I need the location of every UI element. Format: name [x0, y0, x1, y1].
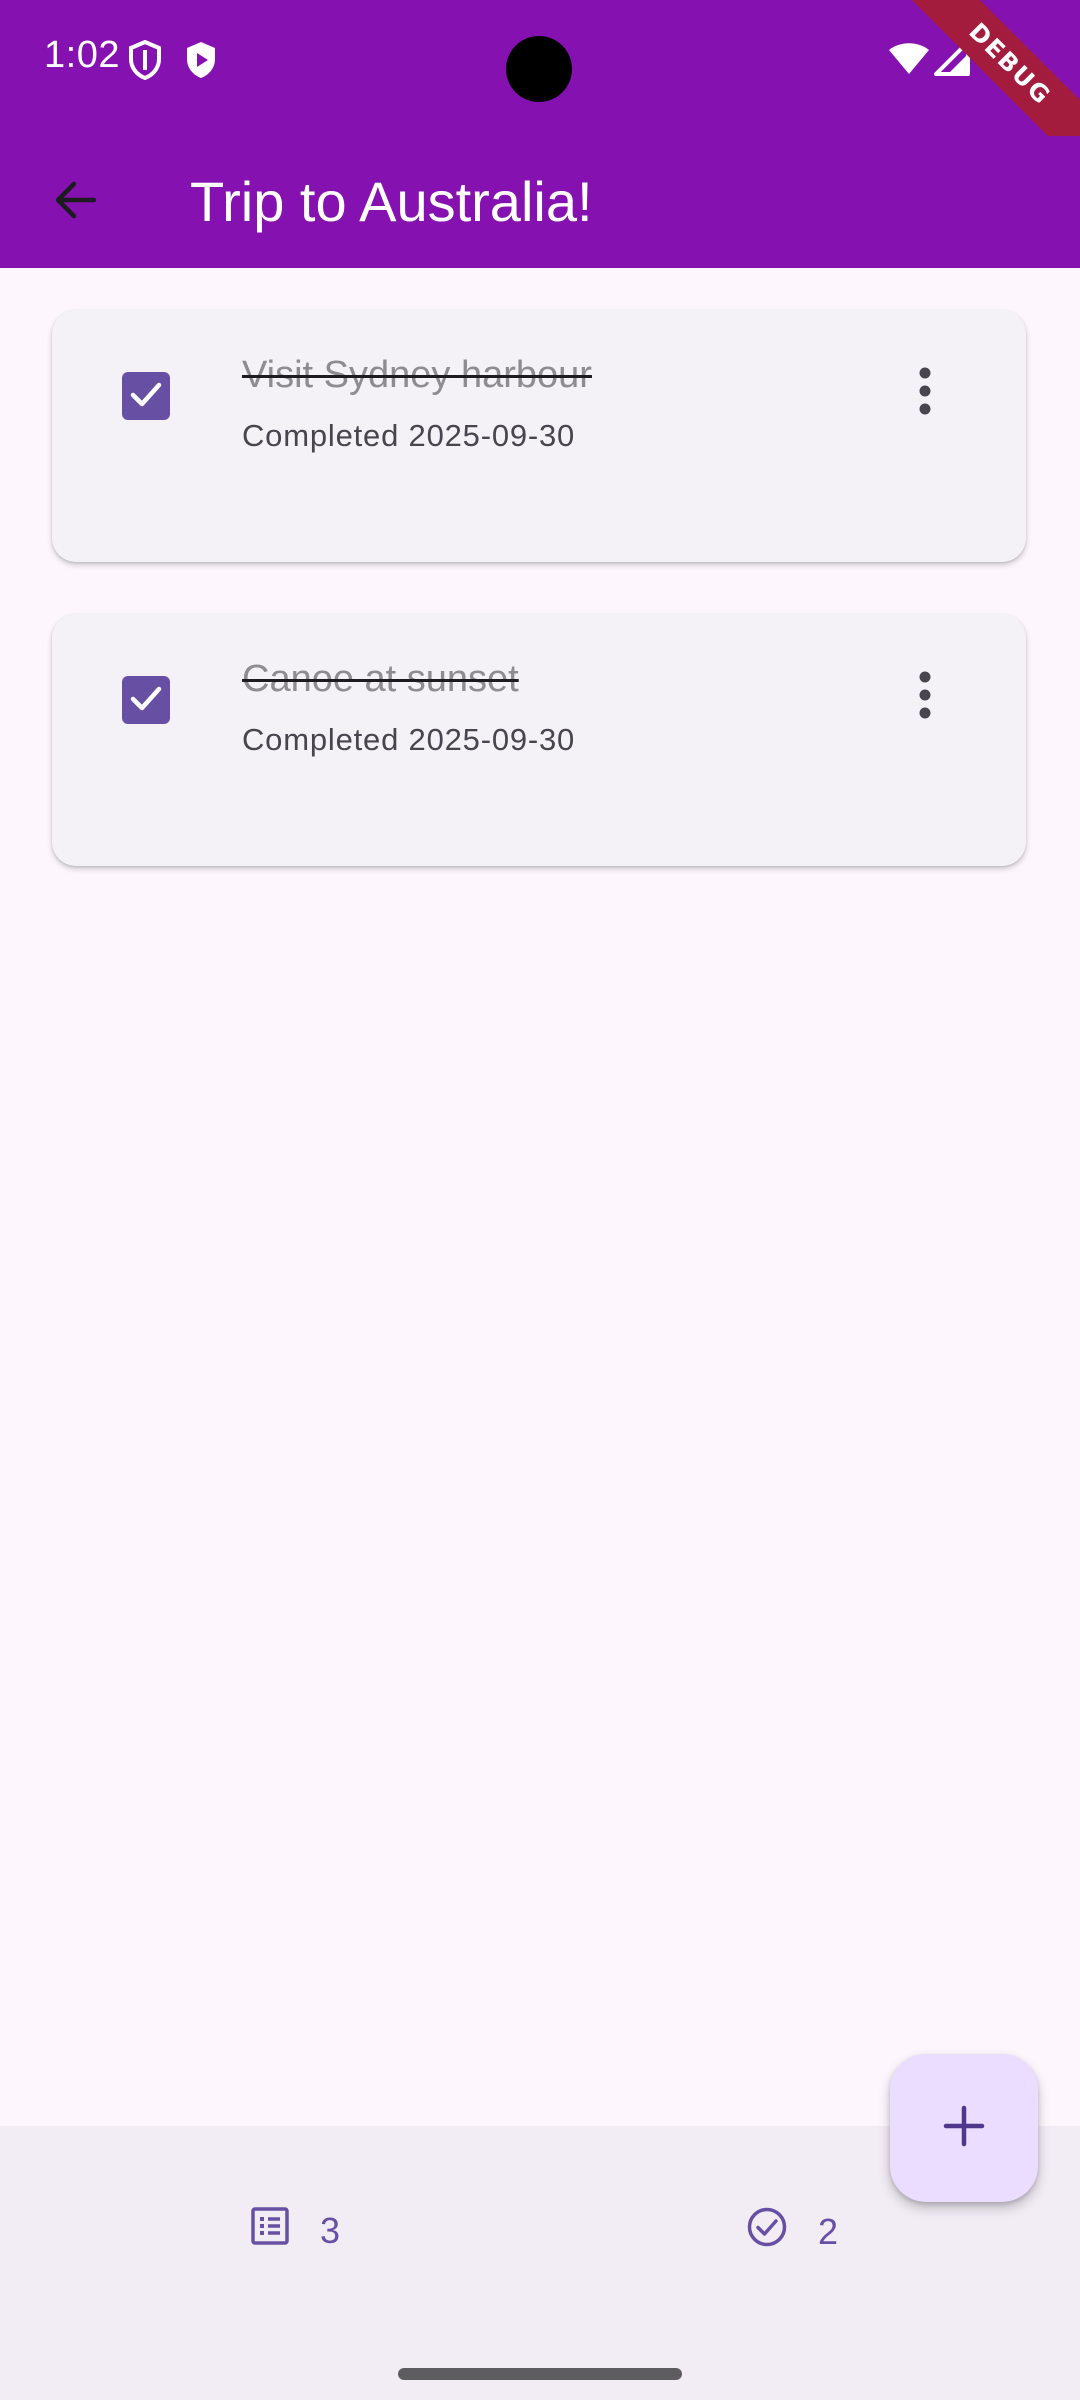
check-icon — [128, 376, 164, 417]
more-options-button[interactable] — [890, 358, 960, 428]
total-tasks-count: 3 — [320, 2209, 341, 2251]
shield-icon — [128, 39, 162, 85]
more-vert-icon — [915, 670, 935, 725]
screen: 1:02 DEBUG Trip to Australia! Visit Sydn… — [0, 0, 1080, 2400]
completed-tasks-count: 2 — [818, 2210, 839, 2252]
check-icon — [128, 680, 164, 721]
task-title: Canoe at sunset — [242, 658, 519, 700]
total-tasks-stat[interactable]: 3 — [250, 2206, 340, 2255]
app-bar: Trip to Australia! — [0, 136, 1080, 268]
task-completed-date: Completed 2025-09-30 — [242, 722, 576, 757]
status-time: 1:02 — [44, 34, 120, 76]
task-checkbox[interactable] — [122, 676, 170, 724]
task-checkbox[interactable] — [122, 372, 170, 420]
status-bar: 1:02 DEBUG — [0, 0, 1080, 173]
completed-tasks-stat[interactable]: 2 — [746, 2206, 838, 2257]
task-card[interactable]: Canoe at sunset Completed 2025-09-30 — [52, 614, 1026, 866]
page-title: Trip to Australia! — [190, 170, 593, 233]
wifi-icon — [888, 42, 930, 81]
play-protect-icon — [184, 40, 218, 85]
check-circle-icon — [746, 2206, 788, 2257]
camera-cutout — [506, 36, 572, 102]
more-vert-icon — [915, 366, 935, 421]
more-options-button[interactable] — [890, 662, 960, 732]
home-indicator[interactable] — [398, 2368, 682, 2380]
back-button[interactable] — [36, 162, 116, 242]
task-card[interactable]: Visit Sydney harbour Completed 2025-09-3… — [52, 310, 1026, 562]
task-title: Visit Sydney harbour — [242, 354, 592, 396]
plus-icon — [941, 2103, 987, 2154]
arrow-back-icon — [52, 176, 100, 229]
task-completed-date: Completed 2025-09-30 — [242, 418, 576, 453]
list-icon — [250, 2206, 290, 2255]
add-task-button[interactable] — [890, 2054, 1038, 2202]
